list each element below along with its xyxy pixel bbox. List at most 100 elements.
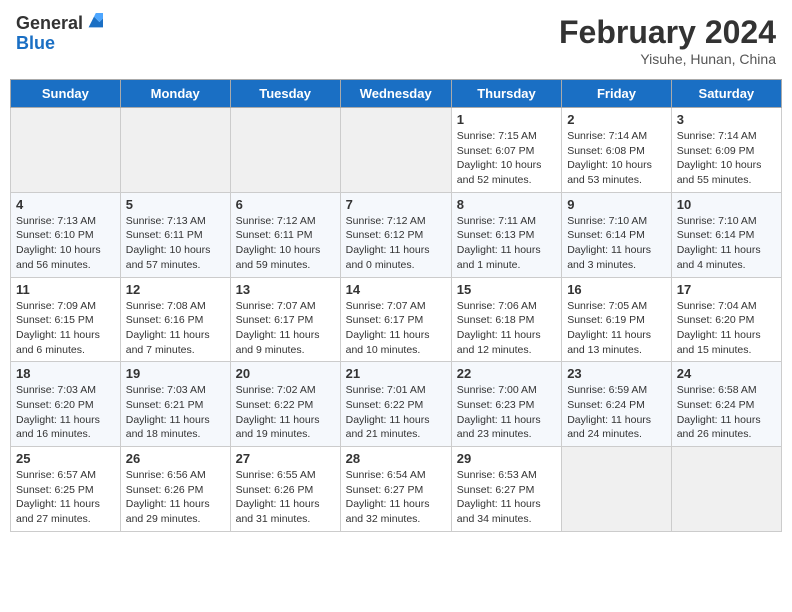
day-info: Sunrise: 7:15 AM Sunset: 6:07 PM Dayligh… — [457, 129, 556, 188]
calendar-cell: 22 Sunrise: 7:00 AM Sunset: 6:23 PM Dayli… — [451, 362, 561, 447]
calendar-cell: 1 Sunrise: 7:15 AM Sunset: 6:07 PM Daylig… — [451, 108, 561, 193]
day-info: Sunrise: 7:00 AM Sunset: 6:23 PM Dayligh… — [457, 383, 556, 442]
day-info: Sunrise: 6:55 AM Sunset: 6:26 PM Dayligh… — [236, 468, 335, 527]
day-number: 25 — [16, 451, 115, 466]
day-info: Sunrise: 7:12 AM Sunset: 6:11 PM Dayligh… — [236, 214, 335, 273]
calendar-cell: 13Sunrise: 7:07 AM Sunset: 6:17 PM Dayli… — [230, 277, 340, 362]
calendar-cell — [671, 447, 781, 532]
day-info: Sunrise: 7:13 AM Sunset: 6:11 PM Dayligh… — [126, 214, 225, 273]
calendar-cell: 2 Sunrise: 7:14 AM Sunset: 6:08 PM Daylig… — [562, 108, 672, 193]
day-number: 28 — [346, 451, 446, 466]
day-info: Sunrise: 7:05 AM Sunset: 6:19 PM Dayligh… — [567, 299, 666, 358]
calendar-header-row: SundayMondayTuesdayWednesdayThursdayFrid… — [11, 80, 782, 108]
day-number: 24 — [677, 366, 776, 381]
day-info: Sunrise: 7:07 AM Sunset: 6:17 PM Dayligh… — [346, 299, 446, 358]
calendar-cell: 29Sunrise: 6:53 AM Sunset: 6:27 PM Dayli… — [451, 447, 561, 532]
calendar-day-header: Saturday — [671, 80, 781, 108]
day-info: Sunrise: 7:09 AM Sunset: 6:15 PM Dayligh… — [16, 299, 115, 358]
calendar-cell: 11 Sunrise: 7:09 AM Sunset: 6:15 PM Dayli… — [11, 277, 121, 362]
logo-general-text: General — [16, 14, 83, 34]
day-info: Sunrise: 7:10 AM Sunset: 6:14 PM Dayligh… — [677, 214, 776, 273]
day-number: 18 — [16, 366, 115, 381]
calendar-week-row: 18 Sunrise: 7:03 AM Sunset: 6:20 PM Dayli… — [11, 362, 782, 447]
calendar-cell: 17Sunrise: 7:04 AM Sunset: 6:20 PM Dayli… — [671, 277, 781, 362]
day-number: 3 — [677, 112, 776, 127]
day-number: 16 — [567, 282, 666, 297]
calendar-cell: 26 Sunrise: 6:56 AM Sunset: 6:26 PM Dayli… — [120, 447, 230, 532]
calendar-day-header: Friday — [562, 80, 672, 108]
day-info: Sunrise: 7:14 AM Sunset: 6:08 PM Dayligh… — [567, 129, 666, 188]
day-number: 14 — [346, 282, 446, 297]
day-number: 26 — [126, 451, 225, 466]
day-info: Sunrise: 6:54 AM Sunset: 6:27 PM Dayligh… — [346, 468, 446, 527]
calendar-cell: 23Sunrise: 6:59 AM Sunset: 6:24 PM Dayli… — [562, 362, 672, 447]
calendar-cell: 6Sunrise: 7:12 AM Sunset: 6:11 PM Daylig… — [230, 192, 340, 277]
day-number: 4 — [16, 197, 115, 212]
calendar-cell — [120, 108, 230, 193]
day-number: 2 — [567, 112, 666, 127]
day-number: 19 — [126, 366, 225, 381]
calendar-cell: 18 Sunrise: 7:03 AM Sunset: 6:20 PM Dayli… — [11, 362, 121, 447]
day-number: 27 — [236, 451, 335, 466]
day-number: 15 — [457, 282, 556, 297]
calendar-week-row: 11 Sunrise: 7:09 AM Sunset: 6:15 PM Dayli… — [11, 277, 782, 362]
calendar-cell: 10 Sunrise: 7:10 AM Sunset: 6:14 PM Dayli… — [671, 192, 781, 277]
logo-icon — [85, 13, 103, 31]
day-info: Sunrise: 7:02 AM Sunset: 6:22 PM Dayligh… — [236, 383, 335, 442]
day-info: Sunrise: 7:07 AM Sunset: 6:17 PM Dayligh… — [236, 299, 335, 358]
calendar-cell: 12 Sunrise: 7:08 AM Sunset: 6:16 PM Dayli… — [120, 277, 230, 362]
day-number: 10 — [677, 197, 776, 212]
day-number: 8 — [457, 197, 556, 212]
calendar-day-header: Tuesday — [230, 80, 340, 108]
title-area: February 2024 Yisuhe, Hunan, China — [559, 14, 776, 67]
day-info: Sunrise: 7:10 AM Sunset: 6:14 PM Dayligh… — [567, 214, 666, 273]
calendar-cell: 5 Sunrise: 7:13 AM Sunset: 6:11 PM Daylig… — [120, 192, 230, 277]
calendar-cell: 16 Sunrise: 7:05 AM Sunset: 6:19 PM Dayli… — [562, 277, 672, 362]
calendar-cell: 7Sunrise: 7:12 AM Sunset: 6:12 PM Daylig… — [340, 192, 451, 277]
day-number: 5 — [126, 197, 225, 212]
logo: General Blue — [16, 14, 103, 54]
calendar-cell — [340, 108, 451, 193]
day-number: 1 — [457, 112, 556, 127]
day-number: 12 — [126, 282, 225, 297]
calendar-cell: 28 Sunrise: 6:54 AM Sunset: 6:27 PM Dayli… — [340, 447, 451, 532]
calendar-day-header: Monday — [120, 80, 230, 108]
day-info: Sunrise: 7:03 AM Sunset: 6:20 PM Dayligh… — [16, 383, 115, 442]
day-info: Sunrise: 6:58 AM Sunset: 6:24 PM Dayligh… — [677, 383, 776, 442]
day-info: Sunrise: 7:13 AM Sunset: 6:10 PM Dayligh… — [16, 214, 115, 273]
calendar-week-row: 4 Sunrise: 7:13 AM Sunset: 6:10 PM Daylig… — [11, 192, 782, 277]
calendar-cell: 9 Sunrise: 7:10 AM Sunset: 6:14 PM Daylig… — [562, 192, 672, 277]
day-number: 29 — [457, 451, 556, 466]
day-number: 11 — [16, 282, 115, 297]
calendar-cell: 24 Sunrise: 6:58 AM Sunset: 6:24 PM Dayli… — [671, 362, 781, 447]
calendar-cell: 19 Sunrise: 7:03 AM Sunset: 6:21 PM Dayli… — [120, 362, 230, 447]
day-number: 23 — [567, 366, 666, 381]
calendar-day-header: Sunday — [11, 80, 121, 108]
day-number: 20 — [236, 366, 335, 381]
calendar-cell: 20 Sunrise: 7:02 AM Sunset: 6:22 PM Dayli… — [230, 362, 340, 447]
day-info: Sunrise: 7:06 AM Sunset: 6:18 PM Dayligh… — [457, 299, 556, 358]
day-info: Sunrise: 7:12 AM Sunset: 6:12 PM Dayligh… — [346, 214, 446, 273]
day-info: Sunrise: 6:56 AM Sunset: 6:26 PM Dayligh… — [126, 468, 225, 527]
calendar-cell — [11, 108, 121, 193]
day-number: 22 — [457, 366, 556, 381]
calendar-week-row: 1 Sunrise: 7:15 AM Sunset: 6:07 PM Daylig… — [11, 108, 782, 193]
calendar-week-row: 25Sunrise: 6:57 AM Sunset: 6:25 PM Dayli… — [11, 447, 782, 532]
day-number: 21 — [346, 366, 446, 381]
day-info: Sunrise: 7:11 AM Sunset: 6:13 PM Dayligh… — [457, 214, 556, 273]
day-number: 9 — [567, 197, 666, 212]
calendar-cell: 3Sunrise: 7:14 AM Sunset: 6:09 PM Daylig… — [671, 108, 781, 193]
calendar-day-header: Thursday — [451, 80, 561, 108]
calendar-cell: 21 Sunrise: 7:01 AM Sunset: 6:22 PM Dayli… — [340, 362, 451, 447]
calendar-cell: 15 Sunrise: 7:06 AM Sunset: 6:18 PM Dayli… — [451, 277, 561, 362]
calendar-table: SundayMondayTuesdayWednesdayThursdayFrid… — [10, 79, 782, 532]
calendar-cell: 8 Sunrise: 7:11 AM Sunset: 6:13 PM Daylig… — [451, 192, 561, 277]
logo-blue-text: Blue — [16, 34, 103, 54]
page-header: General Blue February 2024 Yisuhe, Hunan… — [10, 10, 782, 71]
day-info: Sunrise: 7:01 AM Sunset: 6:22 PM Dayligh… — [346, 383, 446, 442]
location-subtitle: Yisuhe, Hunan, China — [559, 51, 776, 67]
day-number: 17 — [677, 282, 776, 297]
day-info: Sunrise: 7:03 AM Sunset: 6:21 PM Dayligh… — [126, 383, 225, 442]
day-info: Sunrise: 7:08 AM Sunset: 6:16 PM Dayligh… — [126, 299, 225, 358]
calendar-cell: 25Sunrise: 6:57 AM Sunset: 6:25 PM Dayli… — [11, 447, 121, 532]
